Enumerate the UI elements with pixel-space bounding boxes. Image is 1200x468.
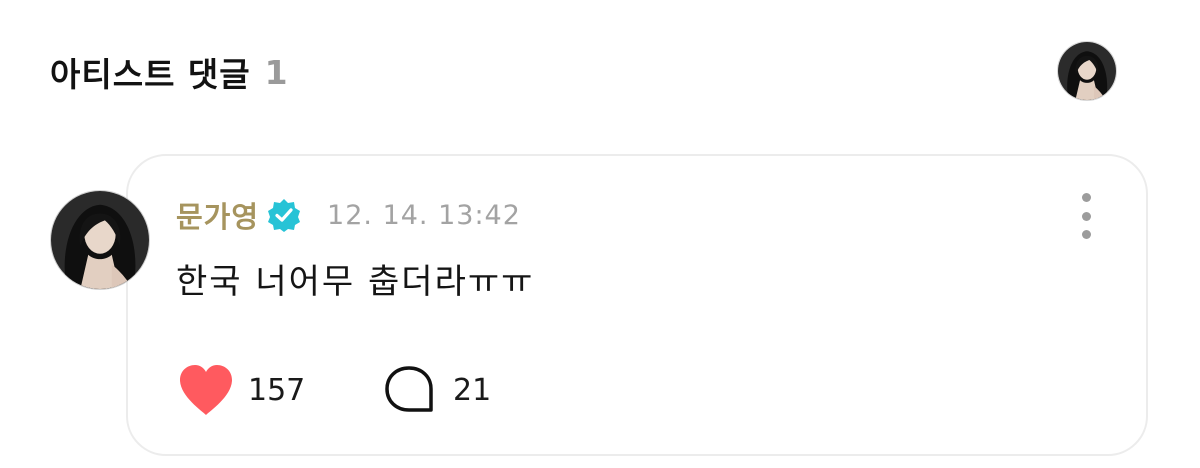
more-vertical-icon (1081, 211, 1091, 221)
section-title: 아티스트 댓글 (50, 55, 251, 94)
comment-text: 한국 너어무 춥더라ㅠㅠ (176, 262, 535, 302)
comment-author-avatar[interactable] (50, 190, 150, 290)
reply-count: 21 (453, 372, 492, 408)
more-options-button[interactable] (1069, 193, 1103, 239)
header-artist-avatar[interactable] (1057, 41, 1117, 101)
avatar-photo-icon (1058, 42, 1116, 100)
like-button[interactable]: 157 (176, 362, 305, 418)
speech-bubble-icon (385, 366, 433, 412)
reply-button[interactable]: 21 (383, 364, 491, 416)
author-name[interactable]: 문가영 (176, 194, 259, 236)
comment-meta: 문가영 12. 14. 13:42 (176, 193, 521, 237)
verified-badge-icon (268, 199, 301, 232)
comment-count: 1 (264, 52, 289, 92)
comment-timestamp: 12. 14. 13:42 (327, 199, 521, 231)
like-count: 157 (248, 372, 306, 408)
heart-icon (180, 365, 232, 415)
avatar-photo-icon (51, 191, 149, 289)
more-vertical-icon (1081, 193, 1091, 202)
artist-comments-header: 아티스트 댓글 1 (50, 50, 289, 95)
more-vertical-icon (1081, 230, 1091, 239)
